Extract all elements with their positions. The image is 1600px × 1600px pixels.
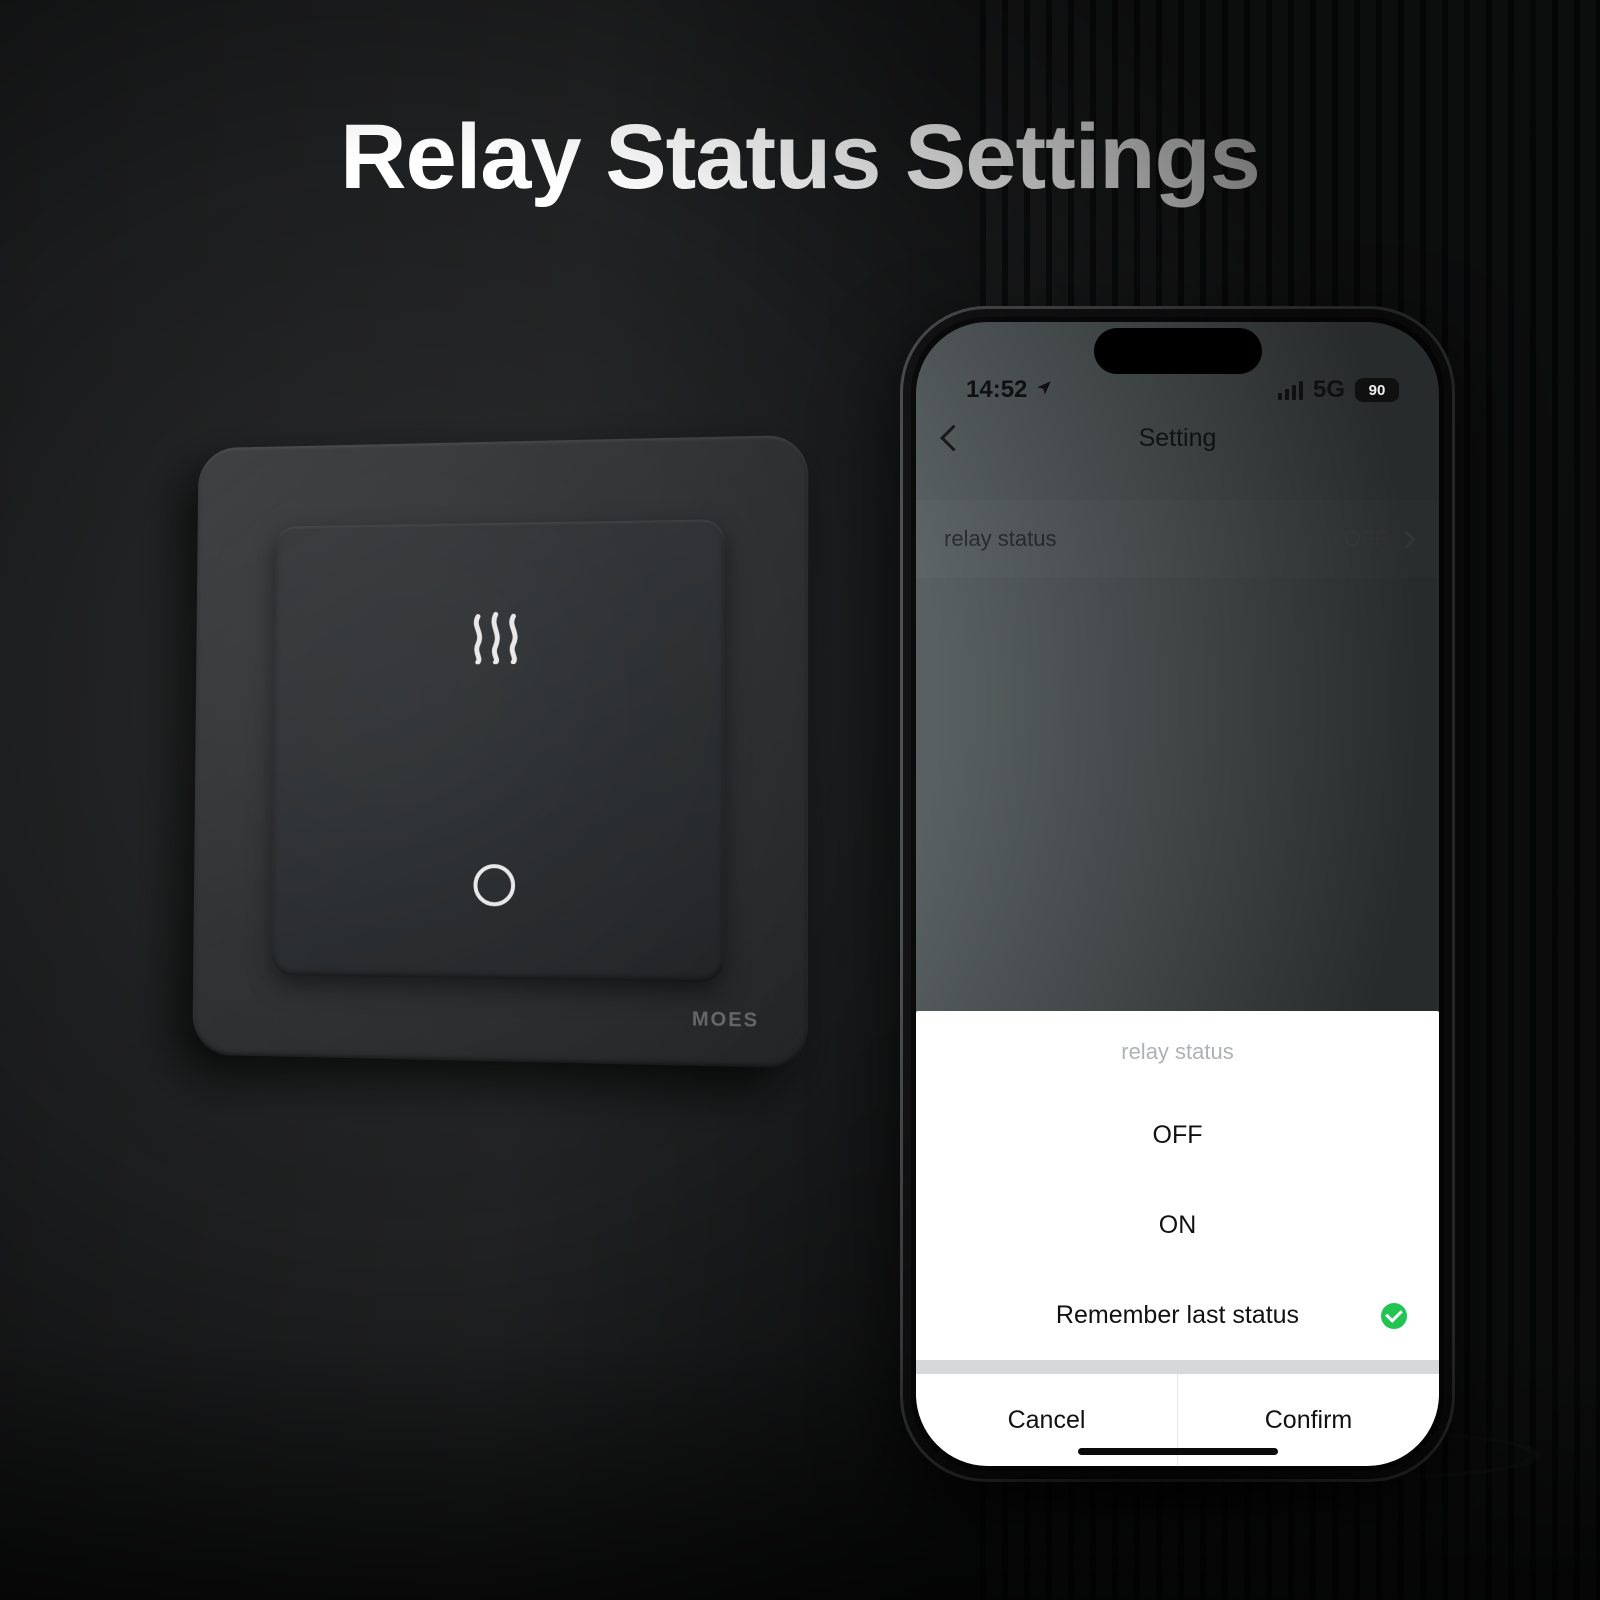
status-right: 5G 90 xyxy=(1278,376,1399,404)
phone-screen: 14:52 5G 90 Setting relay st xyxy=(916,322,1439,1466)
device-brand: MOES xyxy=(692,1008,759,1032)
chevron-right-icon xyxy=(1397,530,1415,548)
dynamic-island xyxy=(1094,328,1262,374)
switch-rocker[interactable] xyxy=(271,519,724,982)
confirm-label: Confirm xyxy=(1265,1406,1353,1435)
home-indicator[interactable] xyxy=(1078,1448,1278,1455)
sheet-option-remember[interactable]: Remember last status xyxy=(916,1270,1439,1360)
location-arrow-icon xyxy=(1035,376,1053,404)
sheet-title: relay status xyxy=(916,1011,1439,1091)
cellular-signal-icon xyxy=(1278,381,1303,400)
status-left: 14:52 xyxy=(966,376,1053,404)
cancel-label: Cancel xyxy=(1008,1406,1086,1435)
sheet-option-label: ON xyxy=(1159,1211,1197,1239)
sheet-option-on[interactable]: ON xyxy=(916,1180,1439,1270)
sheet-separator xyxy=(916,1360,1439,1374)
relay-status-action-sheet: relay status OFF ON Remember last status… xyxy=(916,1011,1439,1466)
relay-status-row[interactable]: relay status OFF xyxy=(916,500,1439,578)
battery-indicator: 90 xyxy=(1355,378,1399,402)
sheet-option-label: Remember last status xyxy=(1056,1301,1299,1329)
sheet-option-off[interactable]: OFF xyxy=(916,1091,1439,1180)
wall-switch-device: MOES xyxy=(185,440,805,1060)
sheet-option-label: OFF xyxy=(1153,1121,1203,1149)
status-time: 14:52 xyxy=(966,376,1027,404)
relay-status-value: OFF xyxy=(1344,526,1388,552)
checkmark-icon xyxy=(1381,1303,1407,1329)
switch-faceplate xyxy=(192,435,808,1069)
network-type: 5G xyxy=(1313,376,1345,404)
heat-icon xyxy=(468,610,524,669)
headline: Relay Status Settings xyxy=(0,105,1600,210)
relay-status-label: relay status xyxy=(944,526,1057,552)
phone-frame: 14:52 5G 90 Setting relay st xyxy=(900,306,1455,1482)
product-scene: Relay Status Settings MOES xyxy=(0,0,1600,1600)
power-ring-icon xyxy=(473,864,515,907)
